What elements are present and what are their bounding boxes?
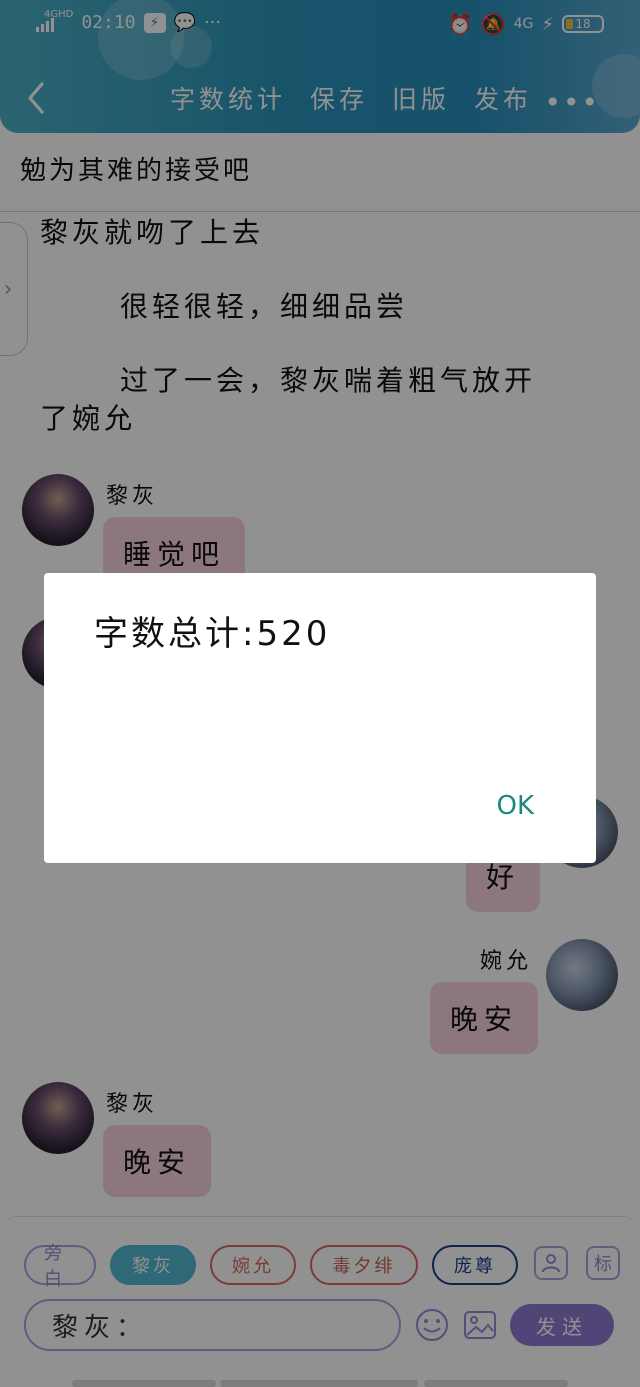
ok-button[interactable]: OK bbox=[496, 791, 534, 821]
word-count-dialog: 字数总计:520 OK bbox=[44, 573, 596, 863]
dialog-message: 字数总计:520 bbox=[94, 614, 331, 654]
